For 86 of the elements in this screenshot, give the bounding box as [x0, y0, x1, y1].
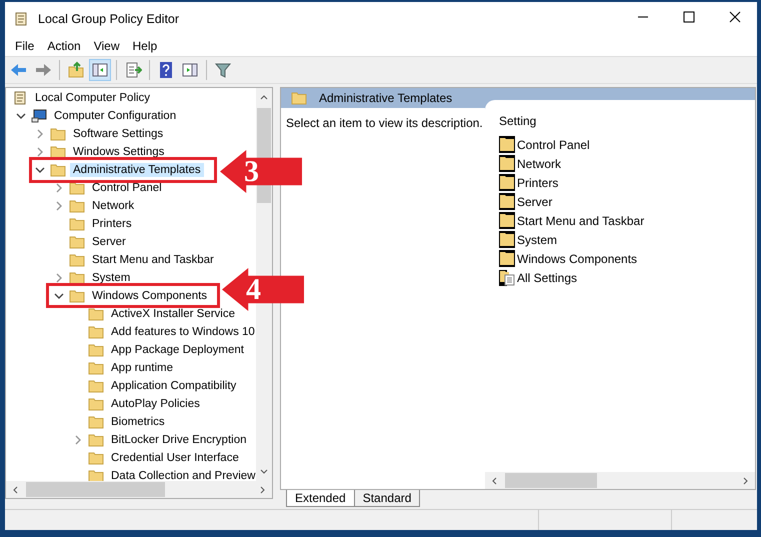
folder-icon	[69, 289, 85, 303]
tree-item[interactable]: Windows Components	[89, 289, 210, 303]
scroll-icon	[12, 90, 28, 106]
tree-item[interactable]: AutoPlay Policies	[108, 397, 203, 411]
scroll-up-icon[interactable]	[260, 94, 268, 100]
tree-item[interactable]: Printers	[89, 217, 135, 231]
menu-item[interactable]: Help	[128, 39, 166, 53]
setting-item[interactable]: Network	[517, 156, 562, 170]
chevron-down-icon[interactable]	[14, 111, 28, 121]
chevron-down-icon[interactable]	[52, 291, 66, 301]
setting-item[interactable]: Control Panel	[517, 138, 590, 152]
tree-item[interactable]: Windows Settings	[70, 145, 168, 159]
folder-icon	[69, 253, 85, 267]
folder-icon	[69, 271, 85, 285]
tree-item[interactable]: BitLocker Drive Encryption	[108, 433, 250, 447]
tree-item[interactable]: Control Panel	[89, 181, 165, 195]
view-tab[interactable]: Standard	[354, 490, 420, 507]
folder-icon	[69, 235, 85, 249]
setting-item[interactable]: Windows Components	[517, 252, 638, 266]
folder-icon	[88, 325, 104, 339]
computer-icon	[31, 109, 47, 123]
description-text: Select an item to view its description.	[286, 116, 483, 130]
tree-item[interactable]: Local Computer Policy	[32, 91, 154, 105]
folder-icon	[88, 343, 104, 357]
column-header[interactable]: Setting	[489, 114, 755, 128]
view-tab[interactable]: Extended	[286, 490, 355, 507]
folder-icon	[88, 451, 104, 465]
pane-heading: Administrative Templates	[319, 91, 452, 105]
folder-icon	[291, 91, 307, 105]
tree-item[interactable]: System	[89, 271, 134, 285]
folder-icon	[499, 250, 515, 267]
folder-icon	[50, 163, 66, 177]
tree-item[interactable]: Computer Configuration	[51, 109, 180, 123]
tree-item[interactable]: App runtime	[108, 361, 176, 375]
folder-icon	[88, 433, 104, 447]
menu-item[interactable]: File	[10, 39, 42, 53]
folder-icon	[69, 181, 85, 195]
close-icon[interactable]	[729, 11, 741, 23]
folder-icon	[499, 212, 515, 229]
tree-item[interactable]: Network	[89, 199, 138, 213]
tree-item[interactable]: Credential User Interface	[108, 451, 242, 465]
folder-icon	[499, 193, 515, 210]
scroll-left-icon[interactable]	[12, 486, 18, 494]
scroll-right-icon[interactable]	[743, 476, 749, 484]
scroll-icon	[13, 11, 29, 27]
tree-item[interactable]: Biometrics	[108, 415, 168, 429]
folder-icon	[88, 361, 104, 375]
chevron-down-icon[interactable]	[33, 165, 47, 175]
panel-toggle-icon[interactable]	[89, 59, 111, 81]
tree-item[interactable]: Administrative Templates	[70, 163, 204, 177]
folder-icon	[69, 199, 85, 213]
menu-item[interactable]: Action	[42, 39, 89, 53]
scrollbar-thumb[interactable]	[26, 482, 165, 497]
window-title: Local Group Policy Editor	[38, 12, 180, 26]
horizontal-scrollbar[interactable]	[485, 472, 755, 489]
folder-icon	[50, 145, 66, 159]
folder-icon	[499, 136, 515, 153]
scroll-right-icon[interactable]	[260, 486, 266, 494]
setting-item[interactable]: Server	[517, 194, 552, 208]
folder-icon	[69, 217, 85, 231]
folder-icon	[88, 415, 104, 429]
tree-item[interactable]: Software Settings	[70, 127, 166, 141]
tree-item[interactable]: Data Collection and Preview	[108, 469, 256, 481]
folder-icon	[499, 231, 515, 248]
folder-icon	[50, 127, 66, 141]
folder-icon	[499, 155, 515, 172]
folder-icon	[88, 307, 104, 321]
folder-icon	[499, 174, 515, 191]
setting-item[interactable]: System	[517, 232, 558, 246]
maximize-icon[interactable]	[683, 11, 695, 23]
setting-item[interactable]: All Settings	[517, 270, 578, 284]
scrollbar-thumb[interactable]	[505, 473, 597, 488]
horizontal-scrollbar[interactable]	[6, 481, 272, 498]
tree-item[interactable]: Application Compatibility	[108, 379, 240, 393]
tree-item[interactable]: Server	[89, 235, 129, 249]
settings-list-icon	[499, 269, 515, 286]
setting-item[interactable]: Start Menu and Taskbar	[517, 214, 644, 228]
tree-item[interactable]: Add features to Windows 10	[108, 325, 256, 339]
scroll-left-icon[interactable]	[491, 476, 497, 484]
tree-item[interactable]: App Package Deployment	[108, 343, 247, 357]
menu-item[interactable]: View	[88, 39, 128, 53]
tree-item[interactable]: Start Menu and Taskbar	[89, 253, 217, 267]
setting-item[interactable]: Printers	[517, 176, 558, 190]
scroll-down-icon[interactable]	[260, 469, 268, 475]
folder-icon	[88, 397, 104, 411]
folder-icon	[88, 379, 104, 393]
